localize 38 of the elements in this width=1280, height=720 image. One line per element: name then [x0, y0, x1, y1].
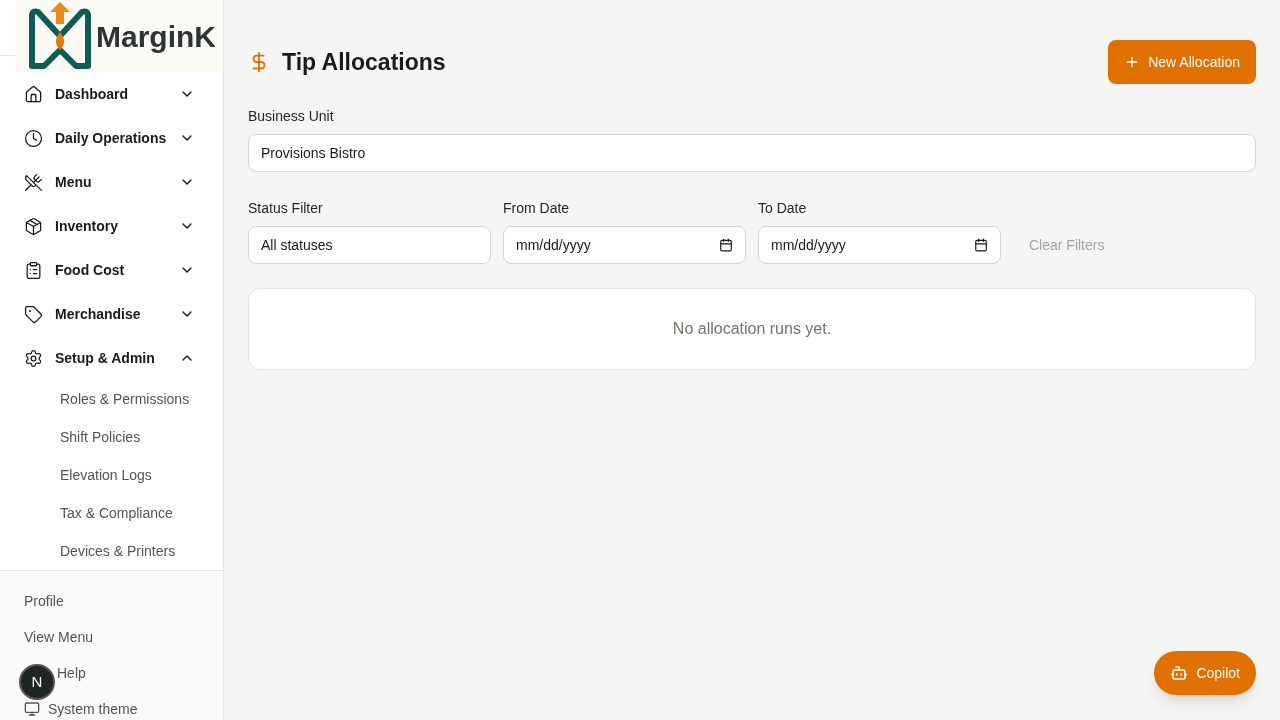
business-unit-field[interactable]: Provisions Bistro — [248, 134, 1256, 172]
nav-subitem[interactable]: Devices & Printers — [0, 532, 223, 570]
tag-icon — [24, 304, 43, 324]
field-label: To Date — [758, 199, 808, 218]
clipboard-icon — [24, 260, 43, 280]
field-label: Business Unit — [248, 107, 335, 126]
calendar-icon — [974, 238, 988, 252]
nav-item[interactable]: Setup & Admin — [0, 336, 223, 380]
page-title: Tip Allocations — [282, 47, 446, 77]
footer-link[interactable]: Help — [57, 655, 86, 691]
house-icon — [24, 84, 43, 104]
nav-item[interactable]: Daily Operations — [0, 116, 223, 160]
footer-link[interactable]: Profile — [0, 583, 223, 619]
date-field[interactable]: mm/dd/yyyy — [758, 226, 1001, 264]
field-label: Status Filter — [248, 199, 324, 218]
package-icon — [24, 216, 43, 236]
nav-item[interactable]: Inventory — [0, 204, 223, 248]
empty-message: No allocation runs yet. — [672, 319, 832, 339]
date-field[interactable]: mm/dd/yyyy — [503, 226, 746, 264]
nav-item[interactable]: Food Cost — [0, 248, 223, 292]
logo-text: MarginK — [96, 18, 216, 55]
gear-icon — [24, 348, 43, 368]
calendar-icon — [719, 238, 733, 252]
monitor-icon — [24, 701, 40, 717]
nav-subitem[interactable]: Shift Policies — [0, 418, 223, 456]
utensils-icon — [24, 172, 43, 192]
nav-item[interactable]: Merchandise — [0, 292, 223, 336]
nav-subitem[interactable]: Tax & Compliance — [0, 494, 223, 532]
robot-icon — [1170, 664, 1189, 682]
nav-item[interactable]: Dashboard — [0, 72, 223, 116]
nav-subitem[interactable]: Roles & Permissions — [0, 380, 223, 418]
footer-link[interactable]: View Menu — [0, 619, 223, 655]
clock-icon — [24, 128, 43, 148]
nav-item[interactable]: Menu — [0, 160, 223, 204]
logo-icon — [28, 2, 92, 70]
nav-subitem[interactable]: Elevation Logs — [0, 456, 223, 494]
field-label: From Date — [503, 199, 571, 218]
status-select[interactable]: All statuses — [248, 226, 491, 264]
